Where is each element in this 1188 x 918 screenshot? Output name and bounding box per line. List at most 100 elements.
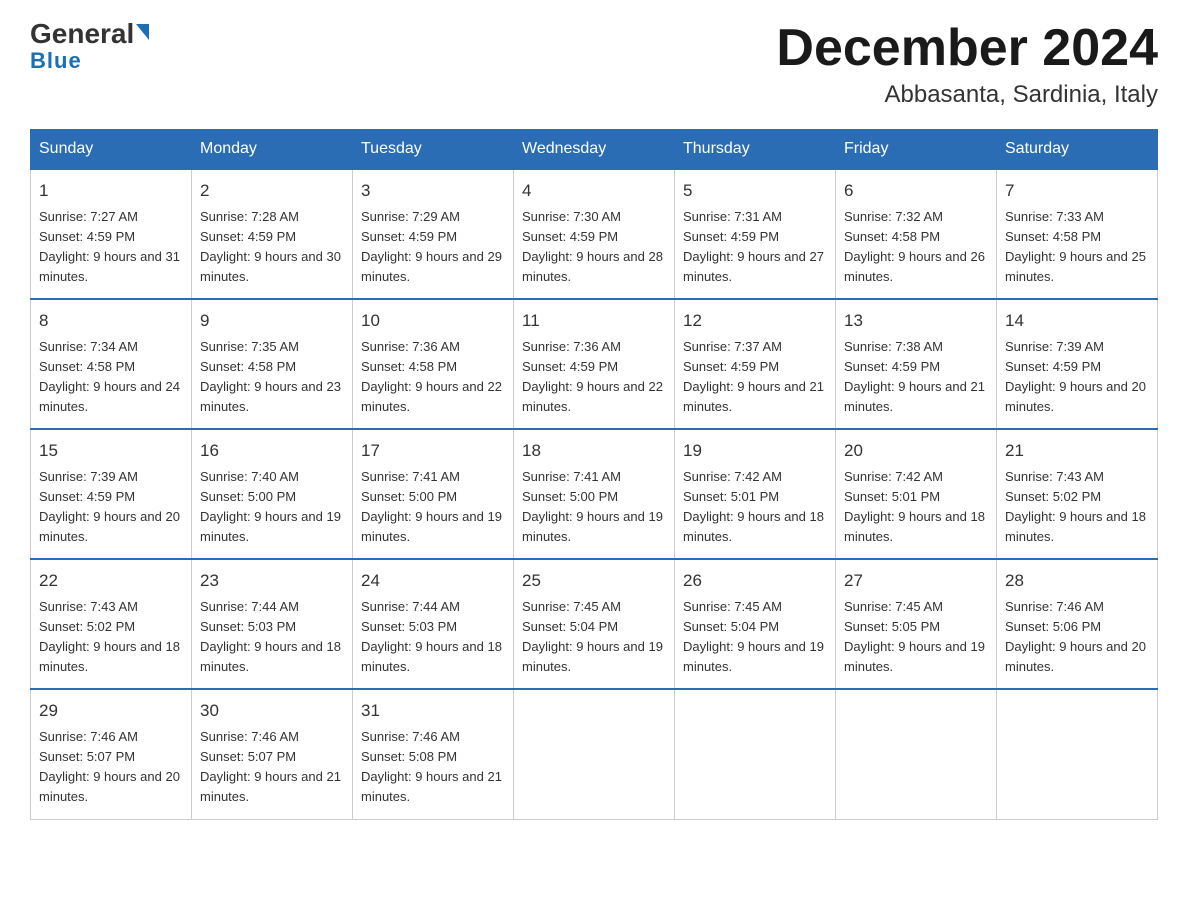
table-row: 18 Sunrise: 7:41 AMSunset: 5:00 PMDayligh… (514, 429, 675, 559)
page-header: General Blue December 2024 Abbasanta, Sa… (30, 20, 1158, 109)
day-info: Sunrise: 7:30 AMSunset: 4:59 PMDaylight:… (522, 207, 666, 288)
day-number: 9 (200, 308, 344, 334)
table-row: 17 Sunrise: 7:41 AMSunset: 5:00 PMDayligh… (353, 429, 514, 559)
day-number: 28 (1005, 568, 1149, 594)
table-row: 20Sunrise: 7:42 AMSunset: 5:01 PMDayligh… (836, 429, 997, 559)
day-info: Sunrise: 7:41 AMSunset: 5:00 PMDaylight:… (522, 467, 666, 548)
col-friday: Friday (836, 130, 997, 170)
day-info: Sunrise: 7:43 AMSunset: 5:02 PMDaylight:… (1005, 467, 1149, 548)
logo-arrow-icon (136, 24, 149, 40)
day-info: Sunrise: 7:45 AMSunset: 5:04 PMDaylight:… (683, 597, 827, 678)
day-info: Sunrise: 7:46 AMSunset: 5:08 PMDaylight:… (361, 727, 505, 808)
table-row (836, 689, 997, 819)
day-info: Sunrise: 7:29 AMSunset: 4:59 PMDaylight:… (361, 207, 505, 288)
table-row: 10 Sunrise: 7:36 AMSunset: 4:58 PMDayligh… (353, 299, 514, 429)
day-info: Sunrise: 7:36 AMSunset: 4:58 PMDaylight:… (361, 337, 505, 418)
calendar-week-row: 1 Sunrise: 7:27 AMSunset: 4:59 PMDaylight… (31, 169, 1158, 299)
table-row: 2Sunrise: 7:28 AMSunset: 4:59 PMDaylight… (192, 169, 353, 299)
day-info: Sunrise: 7:32 AMSunset: 4:58 PMDaylight:… (844, 207, 988, 288)
day-number: 17 (361, 438, 505, 464)
day-info: Sunrise: 7:41 AMSunset: 5:00 PMDaylight:… (361, 467, 505, 548)
day-info: Sunrise: 7:37 AMSunset: 4:59 PMDaylight:… (683, 337, 827, 418)
day-info: Sunrise: 7:46 AMSunset: 5:07 PMDaylight:… (200, 727, 344, 808)
day-info: Sunrise: 7:40 AMSunset: 5:00 PMDaylight:… (200, 467, 344, 548)
table-row: 9 Sunrise: 7:35 AMSunset: 4:58 PMDaylight… (192, 299, 353, 429)
day-number: 26 (683, 568, 827, 594)
day-info: Sunrise: 7:38 AMSunset: 4:59 PMDaylight:… (844, 337, 988, 418)
col-sunday: Sunday (31, 130, 192, 170)
table-row (675, 689, 836, 819)
logo-blue: Blue (30, 48, 82, 74)
table-row: 23Sunrise: 7:44 AMSunset: 5:03 PMDayligh… (192, 559, 353, 689)
day-number: 11 (522, 308, 666, 334)
title-block: December 2024 Abbasanta, Sardinia, Italy (776, 20, 1158, 109)
day-number: 4 (522, 178, 666, 204)
table-row: 8 Sunrise: 7:34 AMSunset: 4:58 PMDaylight… (31, 299, 192, 429)
day-info: Sunrise: 7:44 AMSunset: 5:03 PMDaylight:… (361, 597, 505, 678)
col-saturday: Saturday (997, 130, 1158, 170)
col-monday: Monday (192, 130, 353, 170)
col-tuesday: Tuesday (353, 130, 514, 170)
day-info: Sunrise: 7:43 AMSunset: 5:02 PMDaylight:… (39, 597, 183, 678)
day-info: Sunrise: 7:28 AMSunset: 4:59 PMDaylight:… (200, 207, 344, 288)
day-info: Sunrise: 7:27 AMSunset: 4:59 PMDaylight:… (39, 207, 183, 288)
day-info: Sunrise: 7:42 AMSunset: 5:01 PMDaylight:… (683, 467, 827, 548)
logo-text: General (30, 20, 149, 48)
day-number: 20 (844, 438, 988, 464)
day-info: Sunrise: 7:44 AMSunset: 5:03 PMDaylight:… (200, 597, 344, 678)
table-row: 6 Sunrise: 7:32 AMSunset: 4:58 PMDaylight… (836, 169, 997, 299)
table-row: 21 Sunrise: 7:43 AMSunset: 5:02 PMDayligh… (997, 429, 1158, 559)
table-row: 31Sunrise: 7:46 AMSunset: 5:08 PMDayligh… (353, 689, 514, 819)
day-info: Sunrise: 7:35 AMSunset: 4:58 PMDaylight:… (200, 337, 344, 418)
calendar-table: Sunday Monday Tuesday Wednesday Thursday… (30, 129, 1158, 820)
day-number: 18 (522, 438, 666, 464)
calendar-week-row: 8 Sunrise: 7:34 AMSunset: 4:58 PMDaylight… (31, 299, 1158, 429)
day-number: 19 (683, 438, 827, 464)
day-number: 3 (361, 178, 505, 204)
day-info: Sunrise: 7:34 AMSunset: 4:58 PMDaylight:… (39, 337, 183, 418)
day-number: 13 (844, 308, 988, 334)
table-row: 13 Sunrise: 7:38 AMSunset: 4:59 PMDayligh… (836, 299, 997, 429)
table-row: 25 Sunrise: 7:45 AMSunset: 5:04 PMDayligh… (514, 559, 675, 689)
table-row: 4 Sunrise: 7:30 AMSunset: 4:59 PMDaylight… (514, 169, 675, 299)
table-row: 3 Sunrise: 7:29 AMSunset: 4:59 PMDaylight… (353, 169, 514, 299)
day-info: Sunrise: 7:39 AMSunset: 4:59 PMDaylight:… (1005, 337, 1149, 418)
table-row: 30 Sunrise: 7:46 AMSunset: 5:07 PMDayligh… (192, 689, 353, 819)
day-number: 24 (361, 568, 505, 594)
day-number: 12 (683, 308, 827, 334)
day-number: 22 (39, 568, 183, 594)
logo: General Blue (30, 20, 149, 74)
table-row (997, 689, 1158, 819)
day-number: 7 (1005, 178, 1149, 204)
day-info: Sunrise: 7:31 AMSunset: 4:59 PMDaylight:… (683, 207, 827, 288)
calendar-week-row: 29Sunrise: 7:46 AMSunset: 5:07 PMDayligh… (31, 689, 1158, 819)
day-info: Sunrise: 7:36 AMSunset: 4:59 PMDaylight:… (522, 337, 666, 418)
table-row: 28 Sunrise: 7:46 AMSunset: 5:06 PMDayligh… (997, 559, 1158, 689)
calendar-week-row: 15 Sunrise: 7:39 AMSunset: 4:59 PMDayligh… (31, 429, 1158, 559)
day-number: 10 (361, 308, 505, 334)
day-number: 30 (200, 698, 344, 724)
day-info: Sunrise: 7:46 AMSunset: 5:06 PMDaylight:… (1005, 597, 1149, 678)
table-row (514, 689, 675, 819)
day-info: Sunrise: 7:46 AMSunset: 5:07 PMDaylight:… (39, 727, 183, 808)
table-row: 11 Sunrise: 7:36 AMSunset: 4:59 PMDayligh… (514, 299, 675, 429)
table-row: 7Sunrise: 7:33 AMSunset: 4:58 PMDaylight… (997, 169, 1158, 299)
day-number: 15 (39, 438, 183, 464)
day-number: 1 (39, 178, 183, 204)
day-number: 21 (1005, 438, 1149, 464)
day-number: 16 (200, 438, 344, 464)
day-number: 8 (39, 308, 183, 334)
day-number: 14 (1005, 308, 1149, 334)
table-row: 12 Sunrise: 7:37 AMSunset: 4:59 PMDayligh… (675, 299, 836, 429)
day-number: 25 (522, 568, 666, 594)
table-row: 27Sunrise: 7:45 AMSunset: 5:05 PMDayligh… (836, 559, 997, 689)
table-row: 29Sunrise: 7:46 AMSunset: 5:07 PMDayligh… (31, 689, 192, 819)
calendar-week-row: 22 Sunrise: 7:43 AMSunset: 5:02 PMDayligh… (31, 559, 1158, 689)
table-row: 26 Sunrise: 7:45 AMSunset: 5:04 PMDayligh… (675, 559, 836, 689)
location-subtitle: Abbasanta, Sardinia, Italy (776, 81, 1158, 109)
col-thursday: Thursday (675, 130, 836, 170)
day-number: 6 (844, 178, 988, 204)
day-info: Sunrise: 7:45 AMSunset: 5:04 PMDaylight:… (522, 597, 666, 678)
month-year-title: December 2024 (776, 20, 1158, 77)
day-info: Sunrise: 7:39 AMSunset: 4:59 PMDaylight:… (39, 467, 183, 548)
